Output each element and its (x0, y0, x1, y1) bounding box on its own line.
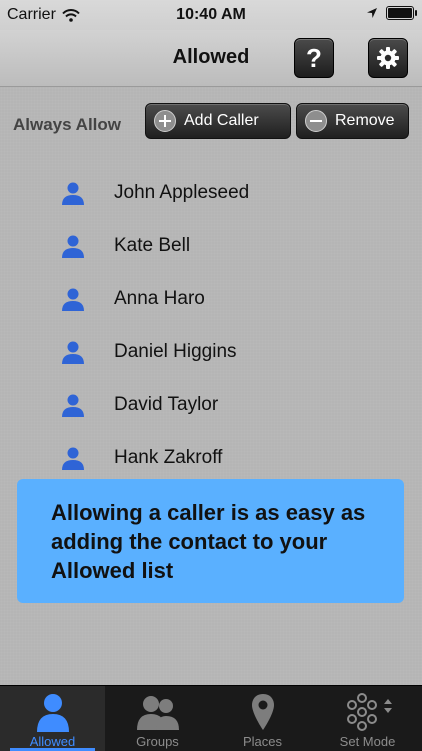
mode-dots-icon (346, 693, 392, 731)
help-icon: ? (306, 42, 322, 73)
contact-row[interactable]: Hank Zakroff (60, 438, 222, 478)
help-button[interactable]: ? (294, 38, 334, 78)
always-allow-label: Always Allow (13, 115, 122, 134)
person-icon (62, 447, 84, 470)
contact-name: Anna Haro (114, 288, 205, 309)
contact-row[interactable]: Kate Bell (60, 226, 190, 266)
person-icon (62, 288, 84, 311)
group-icon (136, 696, 179, 730)
minus-circle-icon (305, 110, 327, 132)
settings-button[interactable] (368, 38, 408, 78)
info-banner-text: Allowing a caller is as easy as adding t… (51, 500, 366, 583)
gear-icon (377, 47, 399, 69)
contact-row[interactable]: Anna Haro (60, 279, 205, 319)
info-banner: Allowing a caller is as easy as adding t… (17, 479, 404, 603)
nav-bar: Allowed ? (0, 30, 422, 87)
main-content: Always Allow Add Caller Remove John Appl… (0, 87, 422, 685)
tab-allowed[interactable]: Allowed (0, 686, 105, 751)
status-bar: Carrier 10:40 AM (0, 0, 422, 30)
contact-name: Daniel Higgins (114, 341, 237, 362)
remove-button[interactable]: Remove (296, 103, 409, 139)
person-icon (62, 182, 84, 205)
tab-set-mode[interactable]: Set Mode (315, 686, 420, 751)
tab-groups[interactable]: Groups (105, 686, 210, 751)
remove-label: Remove (335, 112, 395, 129)
person-icon (62, 394, 84, 417)
tab-label: Places (242, 734, 283, 749)
tab-label: Allowed (29, 734, 76, 749)
contact-row[interactable]: David Taylor (60, 385, 218, 425)
page-title: Allowed (172, 46, 250, 68)
status-time: 10:40 AM (176, 6, 246, 23)
tab-places[interactable]: Places (210, 686, 315, 751)
contact-name: Hank Zakroff (114, 447, 223, 468)
contact-row[interactable]: John Appleseed (60, 173, 249, 213)
tab-label: Groups (136, 734, 179, 749)
contact-row[interactable]: Daniel Higgins (60, 332, 237, 372)
contact-name: David Taylor (114, 394, 219, 415)
person-icon (62, 341, 84, 364)
contact-name: Kate Bell (114, 235, 191, 256)
status-right (366, 6, 417, 20)
tab-label: Set Mode (339, 734, 396, 749)
person-icon (62, 235, 84, 258)
add-caller-button[interactable]: Add Caller (145, 103, 291, 139)
contact-name: John Appleseed (114, 182, 250, 203)
battery-icon (386, 6, 417, 20)
location-arrow-icon (367, 8, 377, 18)
map-pin-icon (251, 694, 274, 730)
tab-bar: Allowed Groups Places Set Mode (0, 685, 422, 751)
add-caller-label: Add Caller (184, 112, 259, 129)
plus-circle-icon (154, 110, 176, 132)
person-icon (36, 694, 69, 732)
